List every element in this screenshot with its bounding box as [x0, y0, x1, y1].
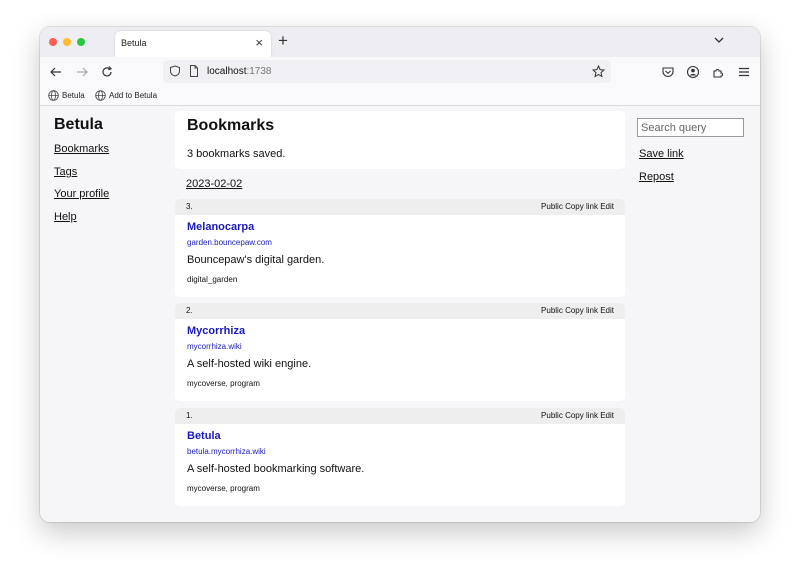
edit-link[interactable]: Edit — [600, 306, 614, 315]
sidebar-item-bookmarks[interactable]: Bookmarks — [54, 143, 109, 155]
page-icon[interactable] — [189, 65, 199, 77]
repost-button[interactable]: Repost — [639, 171, 674, 183]
bookmark-card-header: 2. Public Copy link Edit — [175, 303, 625, 319]
public-link[interactable]: Public — [541, 202, 563, 211]
bookmark-add-to-betula[interactable]: Add to Betula — [95, 90, 165, 102]
tab-betula[interactable]: Betula × — [115, 31, 271, 57]
page-title: Bookmarks — [187, 117, 275, 134]
address-bar[interactable]: localhost:1738 — [163, 60, 611, 83]
tab-close-icon[interactable]: × — [255, 35, 263, 51]
bookmark-description: Bouncepaw's digital garden. — [187, 254, 325, 266]
new-tab-button[interactable]: + — [278, 31, 288, 51]
copy-link-button[interactable]: Copy link — [565, 411, 598, 420]
bookmark-card-header: 3. Public Copy link Edit — [175, 199, 625, 215]
bookmark-tags: mycoverse, program — [187, 379, 260, 388]
public-link[interactable]: Public — [541, 411, 563, 420]
bookmark-title-link[interactable]: Betula — [187, 430, 221, 442]
zoom-window-button[interactable] — [77, 38, 85, 46]
url-text[interactable]: localhost:1738 — [207, 66, 272, 77]
bookmark-betula[interactable]: Betula — [48, 90, 88, 102]
forward-arrow-icon[interactable] — [75, 65, 89, 79]
bookmarks-toolbar: Betula Add to Betula — [40, 87, 760, 106]
edit-link[interactable]: Edit — [600, 202, 614, 211]
nav-toolbar: localhost:1738 — [40, 57, 760, 87]
globe-icon — [48, 90, 59, 101]
bookmark-number: 1. — [186, 411, 193, 420]
reload-icon[interactable] — [100, 65, 114, 79]
save-link-button[interactable]: Save link — [639, 148, 684, 160]
back-arrow-icon[interactable] — [49, 65, 63, 79]
edit-link[interactable]: Edit — [600, 411, 614, 420]
bookmark-title-link[interactable]: Mycorrhiza — [187, 325, 245, 337]
page-content: Betula Bookmarks Tags Your profile Help … — [40, 106, 760, 522]
extensions-icon[interactable] — [711, 65, 725, 79]
bookmark-card: 3. Public Copy link Edit Melanocarpa gar… — [175, 199, 625, 297]
bookmark-url-link[interactable]: mycorrhiza.wiki — [187, 342, 242, 351]
bookmark-label: Add to Betula — [109, 91, 158, 100]
bookmark-tags: digital_garden — [187, 275, 238, 284]
bookmark-number: 3. — [186, 202, 193, 211]
globe-icon — [95, 90, 106, 101]
search-input[interactable] — [637, 118, 744, 137]
bookmark-description: A self-hosted bookmarking software. — [187, 463, 365, 475]
bookmark-card: 2. Public Copy link Edit Mycorrhiza myco… — [175, 303, 625, 401]
sidebar-item-profile[interactable]: Your profile — [54, 188, 109, 200]
close-window-button[interactable] — [49, 38, 57, 46]
bookmark-card-header: 1. Public Copy link Edit — [175, 408, 625, 424]
copy-link-button[interactable]: Copy link — [565, 306, 598, 315]
sidebar-item-help[interactable]: Help — [54, 211, 77, 223]
tab-title: Betula — [121, 38, 147, 48]
bookmark-description: A self-hosted wiki engine. — [187, 358, 312, 370]
bookmark-tags: mycoverse, program — [187, 484, 260, 493]
bookmark-url-link[interactable]: betula.mycorrhiza.wiki — [187, 447, 266, 456]
bookmark-actions: Public Copy link Edit — [541, 202, 614, 211]
bookmark-number: 2. — [186, 306, 193, 315]
date-link[interactable]: 2023-02-02 — [186, 178, 242, 190]
page-header-card: Bookmarks 3 bookmarks saved. — [175, 111, 625, 169]
bookmark-label: Betula — [62, 91, 85, 100]
sidebar-item-tags[interactable]: Tags — [54, 166, 77, 178]
bookmark-actions: Public Copy link Edit — [541, 306, 614, 315]
shield-icon[interactable] — [169, 65, 181, 77]
public-link[interactable]: Public — [541, 306, 563, 315]
pocket-icon[interactable] — [661, 65, 675, 79]
site-brand: Betula — [54, 116, 103, 133]
bookmark-actions: Public Copy link Edit — [541, 411, 614, 420]
bookmark-url-link[interactable]: garden.bouncepaw.com — [187, 238, 272, 247]
bookmark-count: 3 bookmarks saved. — [187, 148, 286, 160]
chevron-down-icon[interactable] — [712, 33, 726, 47]
bookmark-title-link[interactable]: Melanocarpa — [187, 221, 254, 233]
bookmark-card: 1. Public Copy link Edit Betula betula.m… — [175, 408, 625, 506]
account-icon[interactable] — [686, 65, 700, 79]
browser-window: Betula × + localhost:1738 Betula Add to … — [40, 27, 760, 522]
hamburger-menu-icon[interactable] — [737, 65, 751, 79]
minimize-window-button[interactable] — [63, 38, 71, 46]
url-port: :1738 — [246, 66, 272, 77]
tab-strip: Betula × + — [40, 27, 760, 57]
star-icon[interactable] — [592, 65, 605, 78]
copy-link-button[interactable]: Copy link — [565, 202, 598, 211]
url-host: localhost — [207, 66, 247, 77]
